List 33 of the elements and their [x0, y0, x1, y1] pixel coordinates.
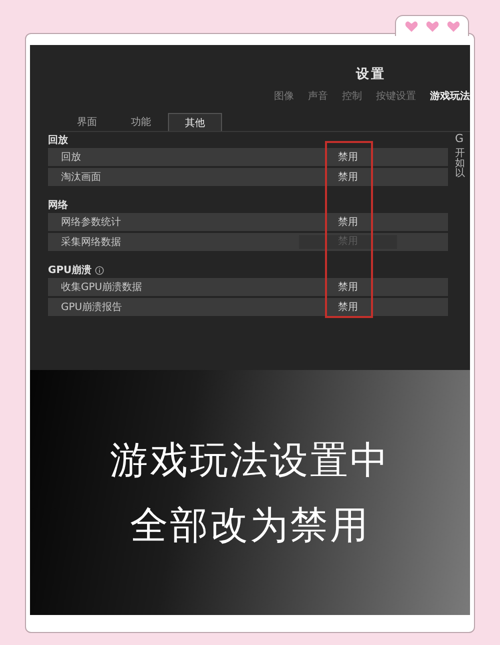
- section-heading: GPU崩溃: [48, 264, 92, 277]
- setting-label: 收集GPU崩溃数据: [61, 280, 144, 294]
- setting-value[interactable]: 禁用: [338, 215, 358, 229]
- heart-icon: [404, 20, 418, 32]
- caption-text: 全部改为禁用: [130, 502, 370, 548]
- setting-label: 采集网络数据: [61, 236, 122, 249]
- subtab[interactable]: 功能: [114, 113, 168, 131]
- side-text: 以: [455, 169, 466, 179]
- heart-icon: [426, 20, 438, 32]
- setting-label: 淘汰画面: [61, 170, 102, 184]
- side-text: 如: [455, 159, 466, 169]
- info-icon[interactable]: [94, 266, 104, 274]
- subtab[interactable]: 界面: [60, 113, 114, 131]
- section-heading: 网络: [48, 198, 68, 212]
- side-heading: G: [455, 134, 465, 144]
- settings-tab[interactable]: 控制: [342, 89, 362, 103]
- setting-value[interactable]: 禁用: [338, 280, 358, 294]
- section-heading: 回放: [48, 134, 68, 147]
- setting-label: GPU崩溃报告: [61, 300, 124, 314]
- settings-tab[interactable]: 游戏玩法: [430, 89, 470, 103]
- settings-title: 设置: [354, 66, 387, 81]
- setting-label: 回放: [61, 151, 82, 164]
- heart-icon: [446, 20, 460, 32]
- setting-value[interactable]: 禁用: [338, 150, 358, 164]
- side-text: 开: [455, 149, 466, 159]
- setting-label: 网络参数统计: [61, 216, 122, 229]
- setting-value[interactable]: 禁用: [338, 170, 358, 184]
- settings-tab[interactable]: 图像: [274, 89, 294, 103]
- caption-text: 游戏玩法设置中: [110, 436, 390, 484]
- settings-tab[interactable]: 声音: [308, 89, 328, 103]
- subtab[interactable]: 其他: [168, 113, 222, 131]
- settings-tab[interactable]: 按键设置: [376, 89, 416, 103]
- setting-value[interactable]: 禁用: [338, 300, 358, 314]
